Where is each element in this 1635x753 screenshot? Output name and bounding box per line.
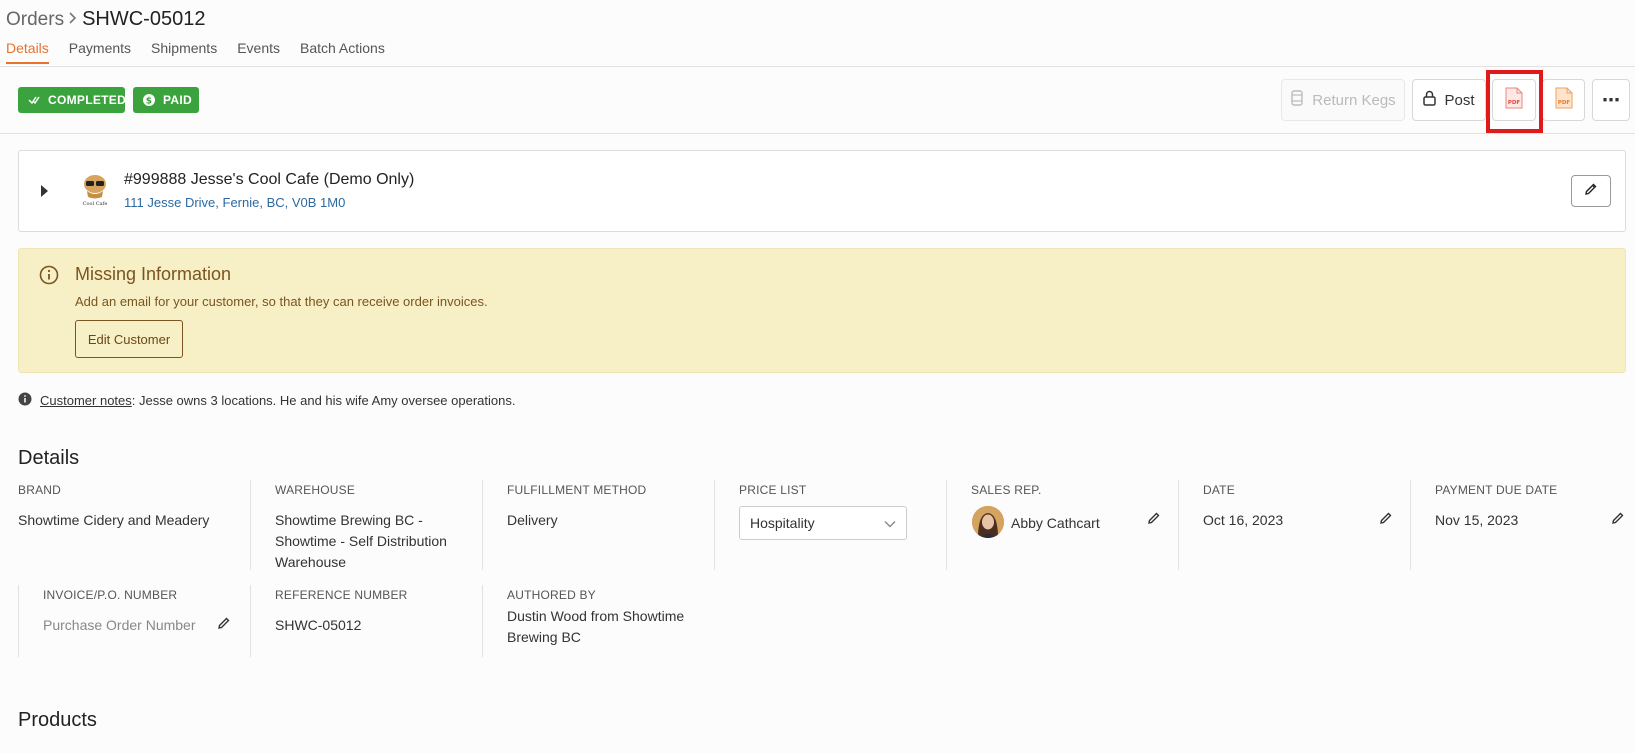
column-divider xyxy=(482,585,483,657)
status-badge-completed: COMPLETED xyxy=(18,87,127,113)
customer-logo-text: Cool Cafe xyxy=(83,201,108,207)
return-kegs-button[interactable]: Return Kegs xyxy=(1281,79,1405,121)
more-actions-button[interactable]: ⋯ xyxy=(1592,79,1630,121)
chevron-right-icon xyxy=(68,11,78,30)
column-divider xyxy=(250,585,251,657)
authored-label: AUTHORED BY xyxy=(507,588,596,602)
status-badge-paid-label: PAID xyxy=(163,93,192,107)
alert-message: Add an email for your customer, so that … xyxy=(75,294,488,309)
tab-events[interactable]: Events xyxy=(237,40,280,64)
dollar-circle-icon: $ xyxy=(143,94,155,107)
sales-rep-field: SALES REP. xyxy=(971,483,1171,497)
customer-notes: Customer notes : Jesse owns 3 locations.… xyxy=(18,392,515,409)
price-list-select[interactable]: Hospitality xyxy=(739,506,907,540)
authored-field: AUTHORED BY Dustin Wood from Showtime Br… xyxy=(507,588,707,648)
return-kegs-label: Return Kegs xyxy=(1312,91,1396,109)
edit-date-pencil-icon[interactable] xyxy=(1379,511,1393,525)
details-section-title: Details xyxy=(18,447,80,469)
date-field: DATE Oct 16, 2023 xyxy=(1203,483,1403,531)
sales-rep-value: Abby Cathcart xyxy=(1011,515,1100,531)
status-badge-completed-label: COMPLETED xyxy=(48,93,127,107)
double-check-icon xyxy=(28,94,40,106)
lock-icon xyxy=(1423,90,1437,110)
tab-batch-actions[interactable]: Batch Actions xyxy=(300,40,385,64)
edit-sales-rep-pencil-icon[interactable] xyxy=(1147,511,1161,525)
customer-logo: Cool Cafe xyxy=(75,169,115,209)
invoice-label: INVOICE/P.O. NUMBER xyxy=(43,588,178,602)
breadcrumb-orders-link[interactable]: Orders xyxy=(6,9,64,31)
more-horizontal-icon: ⋯ xyxy=(1602,89,1620,110)
tabs-divider xyxy=(0,66,1635,67)
tab-shipments[interactable]: Shipments xyxy=(151,40,217,64)
status-badge-paid: $ PAID xyxy=(133,87,199,113)
authored-value: Dustin Wood from Showtime Brewing BC xyxy=(507,608,685,645)
column-divider xyxy=(714,480,715,570)
date-value: Oct 16, 2023 xyxy=(1203,512,1284,528)
fulfillment-value: Delivery xyxy=(507,512,558,528)
price-list-value: Hospitality xyxy=(750,515,815,531)
brand-field: BRAND Showtime Cidery and Meadery xyxy=(18,483,238,531)
payment-due-value: Nov 15, 2023 xyxy=(1435,512,1519,528)
price-list-field: PRICE LIST xyxy=(739,483,939,497)
column-divider xyxy=(250,480,251,570)
customer-notes-link[interactable]: Customer notes xyxy=(40,393,132,408)
invoice-field: INVOICE/P.O. NUMBER Purchase Order Numbe… xyxy=(43,588,233,636)
price-list-label: PRICE LIST xyxy=(739,483,807,497)
info-filled-icon xyxy=(18,392,32,409)
edit-payment-due-pencil-icon[interactable] xyxy=(1611,511,1625,525)
svg-text:$: $ xyxy=(146,97,153,107)
pdf-file-icon-orange: PDF xyxy=(1555,87,1573,113)
reference-value: SHWC-05012 xyxy=(275,617,362,633)
warehouse-value: Showtime Brewing BC - Showtime - Self Di… xyxy=(275,512,447,570)
date-label: DATE xyxy=(1203,483,1235,497)
column-divider xyxy=(1178,480,1179,570)
keg-icon xyxy=(1290,90,1304,110)
payment-due-label: PAYMENT DUE DATE xyxy=(1435,483,1558,497)
edit-customer-icon-button[interactable] xyxy=(1571,175,1611,207)
svg-text:PDF: PDF xyxy=(1557,100,1570,106)
post-label: Post xyxy=(1444,91,1475,109)
page-title: SHWC-05012 xyxy=(82,8,206,30)
highlight-box xyxy=(1486,70,1543,133)
post-button[interactable]: Post xyxy=(1412,79,1486,121)
fulfillment-label: FULFILLMENT METHOD xyxy=(507,483,647,497)
sales-rep-label: SALES REP. xyxy=(971,483,1042,497)
edit-customer-button[interactable]: Edit Customer xyxy=(75,320,183,358)
column-divider xyxy=(946,480,947,570)
tab-payments[interactable]: Payments xyxy=(69,40,131,64)
column-divider xyxy=(482,480,483,570)
invoice-input[interactable]: Purchase Order Number xyxy=(43,615,233,636)
warehouse-field: WAREHOUSE Showtime Brewing BC - Showtime… xyxy=(275,483,470,573)
tab-details[interactable]: Details xyxy=(6,40,49,64)
fulfillment-field: FULFILLMENT METHOD Delivery xyxy=(507,483,707,531)
brand-value: Showtime Cidery and Meadery xyxy=(18,512,210,528)
products-section-title: Products xyxy=(18,709,97,731)
edit-invoice-pencil-icon[interactable] xyxy=(217,616,231,630)
column-divider xyxy=(18,585,19,657)
chevron-down-icon xyxy=(884,515,896,531)
warehouse-label: WAREHOUSE xyxy=(275,483,356,497)
brand-label: BRAND xyxy=(18,483,62,497)
expand-caret-icon[interactable] xyxy=(41,185,48,197)
alert-title: Missing Information xyxy=(75,264,232,284)
payment-due-field: PAYMENT DUE DATE Nov 15, 2023 xyxy=(1435,483,1625,531)
reference-label: REFERENCE NUMBER xyxy=(275,588,408,602)
info-circle-icon xyxy=(39,265,59,290)
reference-field: REFERENCE NUMBER SHWC-05012 xyxy=(275,588,465,636)
avatar xyxy=(972,506,1004,538)
pencil-icon xyxy=(1584,182,1598,201)
header-divider xyxy=(0,133,1635,134)
customer-name[interactable]: #999888 Jesse's Cool Cafe (Demo Only) xyxy=(124,171,414,189)
customer-notes-text: : Jesse owns 3 locations. He and his wif… xyxy=(131,393,516,408)
tab-bar: Details Payments Shipments Events Batch … xyxy=(6,40,385,64)
column-divider xyxy=(1410,480,1411,570)
customer-card: Cool Cafe #999888 Jesse's Cool Cafe (Dem… xyxy=(18,150,1626,232)
customer-address[interactable]: 111 Jesse Drive, Fernie, BC, V0B 1M0 xyxy=(124,195,345,210)
missing-info-alert: Missing Information Add an email for you… xyxy=(18,248,1626,373)
download-pdf-packing-slip-button[interactable]: PDF xyxy=(1542,79,1585,121)
breadcrumb: Orders SHWC-05012 xyxy=(6,8,205,31)
